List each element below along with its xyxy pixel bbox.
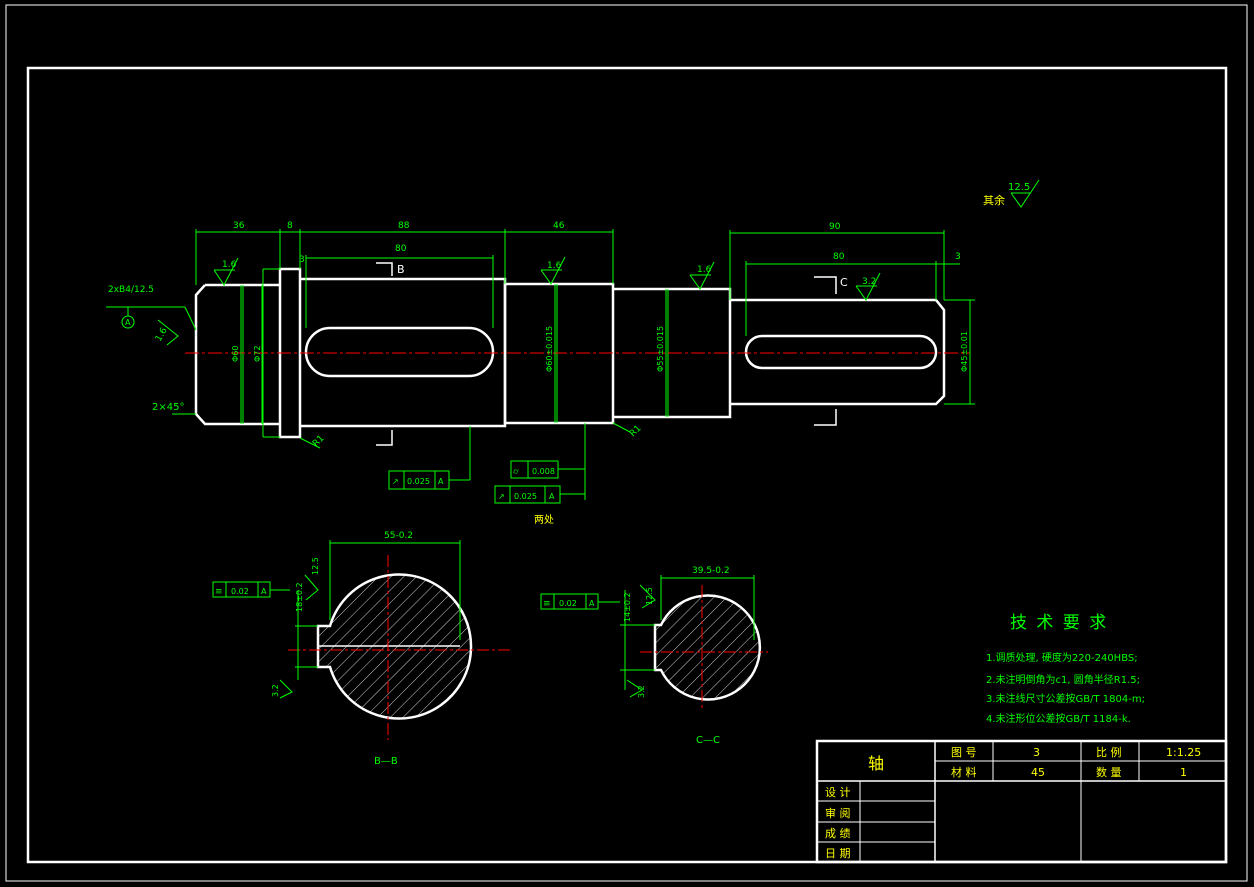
two-places-note: 两处: [534, 514, 554, 526]
cc-frame-value: 0.02: [559, 599, 577, 608]
dimension-lines: [106, 229, 975, 500]
tolerance-frame-texts: ↗ 0.025 A ⌭ 0.008 ↗ 0.025 A: [392, 467, 555, 501]
tb-scale: 1:1.25: [1166, 746, 1201, 759]
tech-item-4: 4.未注形位公差按GB/T 1184-k.: [986, 712, 1131, 725]
bb-caption: B—B: [374, 756, 398, 767]
tol-3-datum: A: [549, 492, 555, 501]
outer-border: [5, 4, 1248, 882]
cc-frame-symbol: ≡: [543, 599, 551, 609]
dim-radius-2: R1: [628, 424, 644, 440]
dim-dia-seg3: Φ60±0.015: [545, 326, 554, 372]
tol-1-value: 0.025: [407, 477, 430, 486]
tech-item-1: 1.调质处理, 硬度为220-240HBS;: [986, 651, 1138, 664]
section-mark-c: C: [840, 276, 848, 289]
dim-radius-1: R1: [311, 434, 327, 450]
dim-center-hole: 2xB4/12.5: [108, 285, 154, 295]
dim-center-hole-ref: A: [125, 318, 131, 327]
rough-4: 3.2: [862, 277, 876, 287]
cc-rough-b: 3.2: [637, 685, 646, 698]
dim-len-8: 8: [287, 221, 293, 231]
cad-drawing: 其余 12.5 36 8 88 80 3 46 90 80 3 2×45° 2x…: [5, 4, 1248, 882]
tb-scale-label: 比 例: [1096, 745, 1122, 759]
cc-keyway-tol: 14±0.2: [623, 592, 632, 622]
section-cc: 39.5-0.2 14±0.2 12.5 3.2 ≡ 0.02 A C—C: [540, 566, 768, 746]
cc-caption: C—C: [696, 735, 720, 746]
section-markers: [376, 262, 837, 446]
inner-border: [26, 66, 1228, 864]
roughness-rest: 其余 12.5: [983, 179, 1040, 208]
tb-design: 设 计: [825, 786, 851, 799]
cc-rough-a: 12.5: [645, 587, 654, 605]
tol-1-datum: A: [438, 477, 444, 486]
tb-date: 日 期: [825, 847, 851, 860]
dim-dia-60: Φ60: [231, 346, 240, 362]
dim-len-90: 90: [829, 222, 841, 232]
dim-len-36: 36: [233, 221, 245, 231]
dim-chamfer: 2×45°: [152, 402, 184, 413]
bb-keyway-tol: 18±0.2: [295, 582, 304, 612]
dim-len-46: 46: [553, 221, 565, 231]
tech-requirements: 技 术 要 求 1.调质处理, 硬度为220-240HBS; 2.未注明倒角为c…: [986, 613, 1145, 725]
bb-rough-a: 12.5: [311, 557, 320, 575]
tol-2-value: 0.008: [532, 467, 555, 476]
tech-item-2: 2.未注明倒角为c1, 圆角半径R1.5;: [986, 673, 1140, 686]
tb-review: 审 阅: [825, 806, 851, 820]
bb-frame-datum: A: [261, 587, 267, 596]
bb-frame-value: 0.02: [231, 587, 249, 596]
tol-2-symbol: ⌭: [513, 467, 519, 476]
section-bb: 55-0.2 18±0.2 12.5 3.2 ≡ 0.02 A B—B: [212, 531, 510, 767]
tol-3-value: 0.025: [514, 492, 537, 501]
roughness-rest-value: 12.5: [1008, 182, 1030, 193]
cc-frame-datum: A: [589, 599, 595, 608]
dim-len-3a: 3: [299, 255, 305, 265]
rough-2: 1.6: [547, 261, 562, 271]
rough-3: 1.6: [697, 265, 712, 275]
dim-dia-seg5: Φ45±0.01: [960, 331, 969, 372]
dim-len-88: 88: [398, 221, 410, 231]
dim-len-80b: 80: [833, 252, 845, 262]
dim-dia-72: Φ72: [253, 346, 262, 362]
tb-drawing-no-label: 图 号: [951, 746, 977, 759]
cc-width-dim: 39.5-0.2: [692, 566, 730, 576]
tb-quantity-label: 数 量: [1096, 766, 1122, 779]
section-mark-b: B: [397, 263, 405, 276]
bb-frame-symbol: ≡: [215, 587, 223, 597]
rough-1: 1.6: [222, 260, 237, 270]
tb-grade: 成 绩: [825, 827, 851, 840]
tb-quantity: 1: [1180, 766, 1187, 779]
bb-rough-b: 3.2: [271, 684, 280, 697]
tol-1-symbol: ↗: [392, 477, 399, 486]
dim-len-3b: 3: [955, 252, 961, 262]
tb-material: 45: [1031, 766, 1045, 779]
tol-3-symbol: ↗: [498, 492, 505, 501]
tb-material-label: 材 料: [951, 765, 977, 779]
tech-item-3: 3.未注线尺寸公差按GB/T 1804-m;: [986, 692, 1145, 705]
rough-5: 1.6: [154, 326, 170, 344]
roughness-rest-label: 其余: [983, 193, 1005, 207]
dim-len-80a: 80: [395, 244, 407, 254]
tb-drawing-no: 3: [1033, 746, 1040, 759]
title-block-texts: 轴 图 号 3 比 例 1:1.25 材 料 45 数 量 1 设 计 审 阅 …: [825, 745, 1201, 860]
bb-width-dim: 55-0.2: [384, 531, 413, 541]
tech-title: 技 术 要 求: [1010, 613, 1108, 633]
dim-dia-seg4: Φ55±0.015: [656, 326, 665, 372]
tb-part-name: 轴: [868, 754, 884, 773]
